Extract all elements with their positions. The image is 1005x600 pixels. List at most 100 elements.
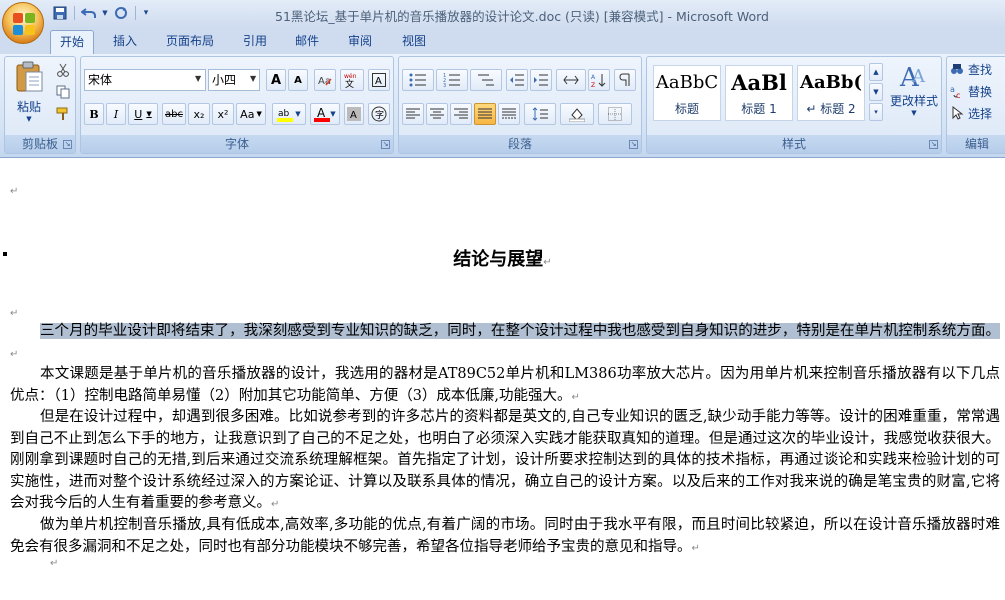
paragraph-group: 123 AZ 段落 ↘ — [398, 56, 642, 154]
styles-more-icon[interactable]: ▾ — [869, 103, 883, 121]
change-styles-label: 更改样式 — [889, 94, 938, 108]
underline-button[interactable]: U ▼ — [128, 103, 158, 125]
font-name-select[interactable]: 宋体 — [84, 69, 206, 91]
select-button[interactable]: 选择 — [949, 103, 1005, 123]
italic-button[interactable]: I — [106, 103, 126, 125]
subscript-button[interactable]: x₂ — [188, 103, 210, 125]
line-spacing-icon[interactable] — [524, 103, 556, 125]
paragraph-text: 但是在设计过程中，却遇到很多困难。比如说参考到的许多芯片的资料都是英文的,自己专… — [10, 409, 1000, 511]
copy-icon[interactable] — [53, 83, 73, 101]
tab-view[interactable]: 视图 — [392, 30, 436, 54]
dialog-launcher-icon[interactable]: ↘ — [381, 140, 390, 149]
enclose-characters-icon[interactable]: 字 — [368, 103, 390, 125]
increase-indent-icon[interactable] — [530, 69, 552, 91]
tab-insert[interactable]: 插入 — [104, 30, 146, 54]
numbering-icon[interactable]: 123 — [436, 69, 468, 91]
window-title: 51黑论坛_基于单片机的音乐播放器的设计论文.doc (只读) [兼容模式] -… — [275, 9, 769, 24]
style-name: 标题 — [674, 102, 699, 116]
character-border-icon[interactable]: A — [368, 69, 390, 91]
paragraph-group-label: 段落 — [399, 135, 641, 153]
replace-label: 替换 — [968, 84, 993, 99]
body-paragraph: 但是在设计过程中，却遇到很多困难。比如说参考到的许多芯片的资料都是英文的,自己专… — [10, 407, 1000, 516]
strikethrough-button[interactable]: abc — [162, 103, 186, 125]
undo-dropdown-icon[interactable]: ▼ — [101, 3, 109, 23]
svg-text:wén: wén — [344, 73, 357, 80]
redo-icon[interactable] — [111, 3, 131, 23]
paragraph-mark: ↵ — [10, 348, 19, 360]
editing-group: 查找 ac 替换 选择 编辑 — [946, 56, 1005, 154]
cut-icon[interactable] — [53, 61, 73, 79]
chevron-down-icon: ▼ — [250, 74, 257, 83]
quick-access-toolbar: ▼ ▾ — [48, 3, 152, 23]
bullets-icon[interactable] — [402, 69, 434, 91]
character-shading-icon[interactable]: A — [344, 103, 364, 125]
tab-review[interactable]: 审阅 — [338, 30, 382, 54]
title-bar: ▼ ▾ 51黑论坛_基于单片机的音乐播放器的设计论文.doc (只读) [兼容模… — [0, 0, 1005, 28]
align-left-icon[interactable] — [402, 103, 424, 125]
borders-icon[interactable] — [598, 103, 632, 125]
dialog-launcher-icon[interactable]: ↘ — [629, 140, 638, 149]
undo-icon[interactable] — [79, 3, 99, 23]
paragraph-mark: ↵ — [691, 542, 700, 554]
cursor-icon — [952, 106, 964, 120]
format-painter-icon[interactable] — [53, 105, 73, 123]
shading-icon[interactable] — [560, 103, 594, 125]
paragraph-mark: ↵ — [50, 558, 59, 569]
superscript-button[interactable]: x² — [212, 103, 234, 125]
decrease-indent-icon[interactable] — [506, 69, 528, 91]
distributed-icon[interactable] — [498, 103, 520, 125]
paragraph-text: 三个月的毕业设计即将结束了，我深刻感受到专业知识的缺乏，同时，在整个设计过程中我… — [40, 323, 1000, 339]
dialog-launcher-icon[interactable]: ↘ — [63, 140, 72, 149]
svg-text:a: a — [950, 85, 955, 94]
highlight-color-button[interactable]: ab ▼ — [272, 103, 306, 125]
find-button[interactable]: 查找 — [949, 59, 1005, 79]
tab-references[interactable]: 引用 — [234, 30, 276, 54]
save-icon[interactable] — [50, 3, 70, 23]
justify-icon[interactable] — [474, 103, 496, 125]
document-area[interactable]: ↵ 结论与展望↵ ↵ 三个月的毕业设计即将结束了，我深刻感受到专业知识的缺乏，同… — [0, 158, 1005, 600]
styles-scroll-up-icon[interactable]: ▲ — [869, 63, 883, 81]
grow-font-button[interactable]: A — [266, 69, 286, 91]
show-hide-marks-icon[interactable] — [614, 69, 636, 91]
paragraph-text: 做为单片机控制音乐播放,具有低成本,高效率,多功能的优点,有着广阔的市场。同时由… — [10, 517, 1000, 555]
font-color-button[interactable]: A ▼ — [310, 103, 340, 125]
tab-page-layout[interactable]: 页面布局 — [156, 30, 224, 54]
style-title[interactable]: AaBbC 标题 — [653, 65, 721, 121]
bold-button[interactable]: B — [84, 103, 104, 125]
customize-quick-access-icon[interactable]: ▾ — [140, 3, 152, 23]
dialog-launcher-icon[interactable]: ↘ — [929, 140, 938, 149]
style-name: ↵ 标题 2 — [806, 102, 856, 116]
tab-mailings[interactable]: 邮件 — [286, 30, 328, 54]
paste-button[interactable]: 粘贴 ▼ — [9, 59, 49, 131]
office-button[interactable] — [2, 2, 44, 44]
replace-button[interactable]: ac 替换 — [949, 81, 1005, 101]
change-styles-icon: AA — [899, 63, 926, 90]
style-heading-2[interactable]: AaBb( ↵ 标题 2 — [797, 65, 865, 121]
phonetic-guide-icon[interactable]: wén 文 — [340, 69, 364, 91]
clear-formatting-icon[interactable]: Aa — [314, 69, 336, 91]
replace-icon: ac — [950, 85, 960, 98]
style-heading-1[interactable]: AaBl 标题 1 — [725, 65, 793, 121]
shrink-font-button[interactable]: A — [288, 69, 308, 91]
paragraph-mark: ↵ — [10, 308, 19, 319]
style-sample: AaBb( — [800, 72, 862, 93]
svg-text:A: A — [375, 76, 382, 87]
align-right-icon[interactable] — [450, 103, 472, 125]
chevron-down-icon: ▼ — [195, 74, 202, 83]
sort-icon[interactable]: AZ — [588, 69, 610, 91]
tab-home[interactable]: 开始 — [50, 30, 94, 54]
underline-label: U — [134, 107, 143, 121]
change-styles-button[interactable]: AA 更改样式 ▼ — [887, 59, 941, 131]
align-center-icon[interactable] — [426, 103, 448, 125]
ribbon-tabs: 开始 插入 页面布局 引用 邮件 审阅 视图 — [0, 28, 1005, 54]
multilevel-list-icon[interactable] — [470, 69, 502, 91]
asian-layout-icon[interactable] — [556, 69, 586, 91]
change-case-button[interactable]: Aa ▼ — [236, 103, 266, 125]
svg-text:字: 字 — [375, 109, 384, 121]
office-logo-icon — [12, 12, 36, 36]
toolbar-separator — [135, 6, 136, 20]
chevron-down-icon: ▼ — [146, 110, 152, 118]
styles-scroll-down-icon[interactable]: ▼ — [869, 83, 883, 101]
paragraph-mark: ↵ — [543, 257, 552, 268]
chevron-down-icon: ▼ — [295, 110, 301, 118]
